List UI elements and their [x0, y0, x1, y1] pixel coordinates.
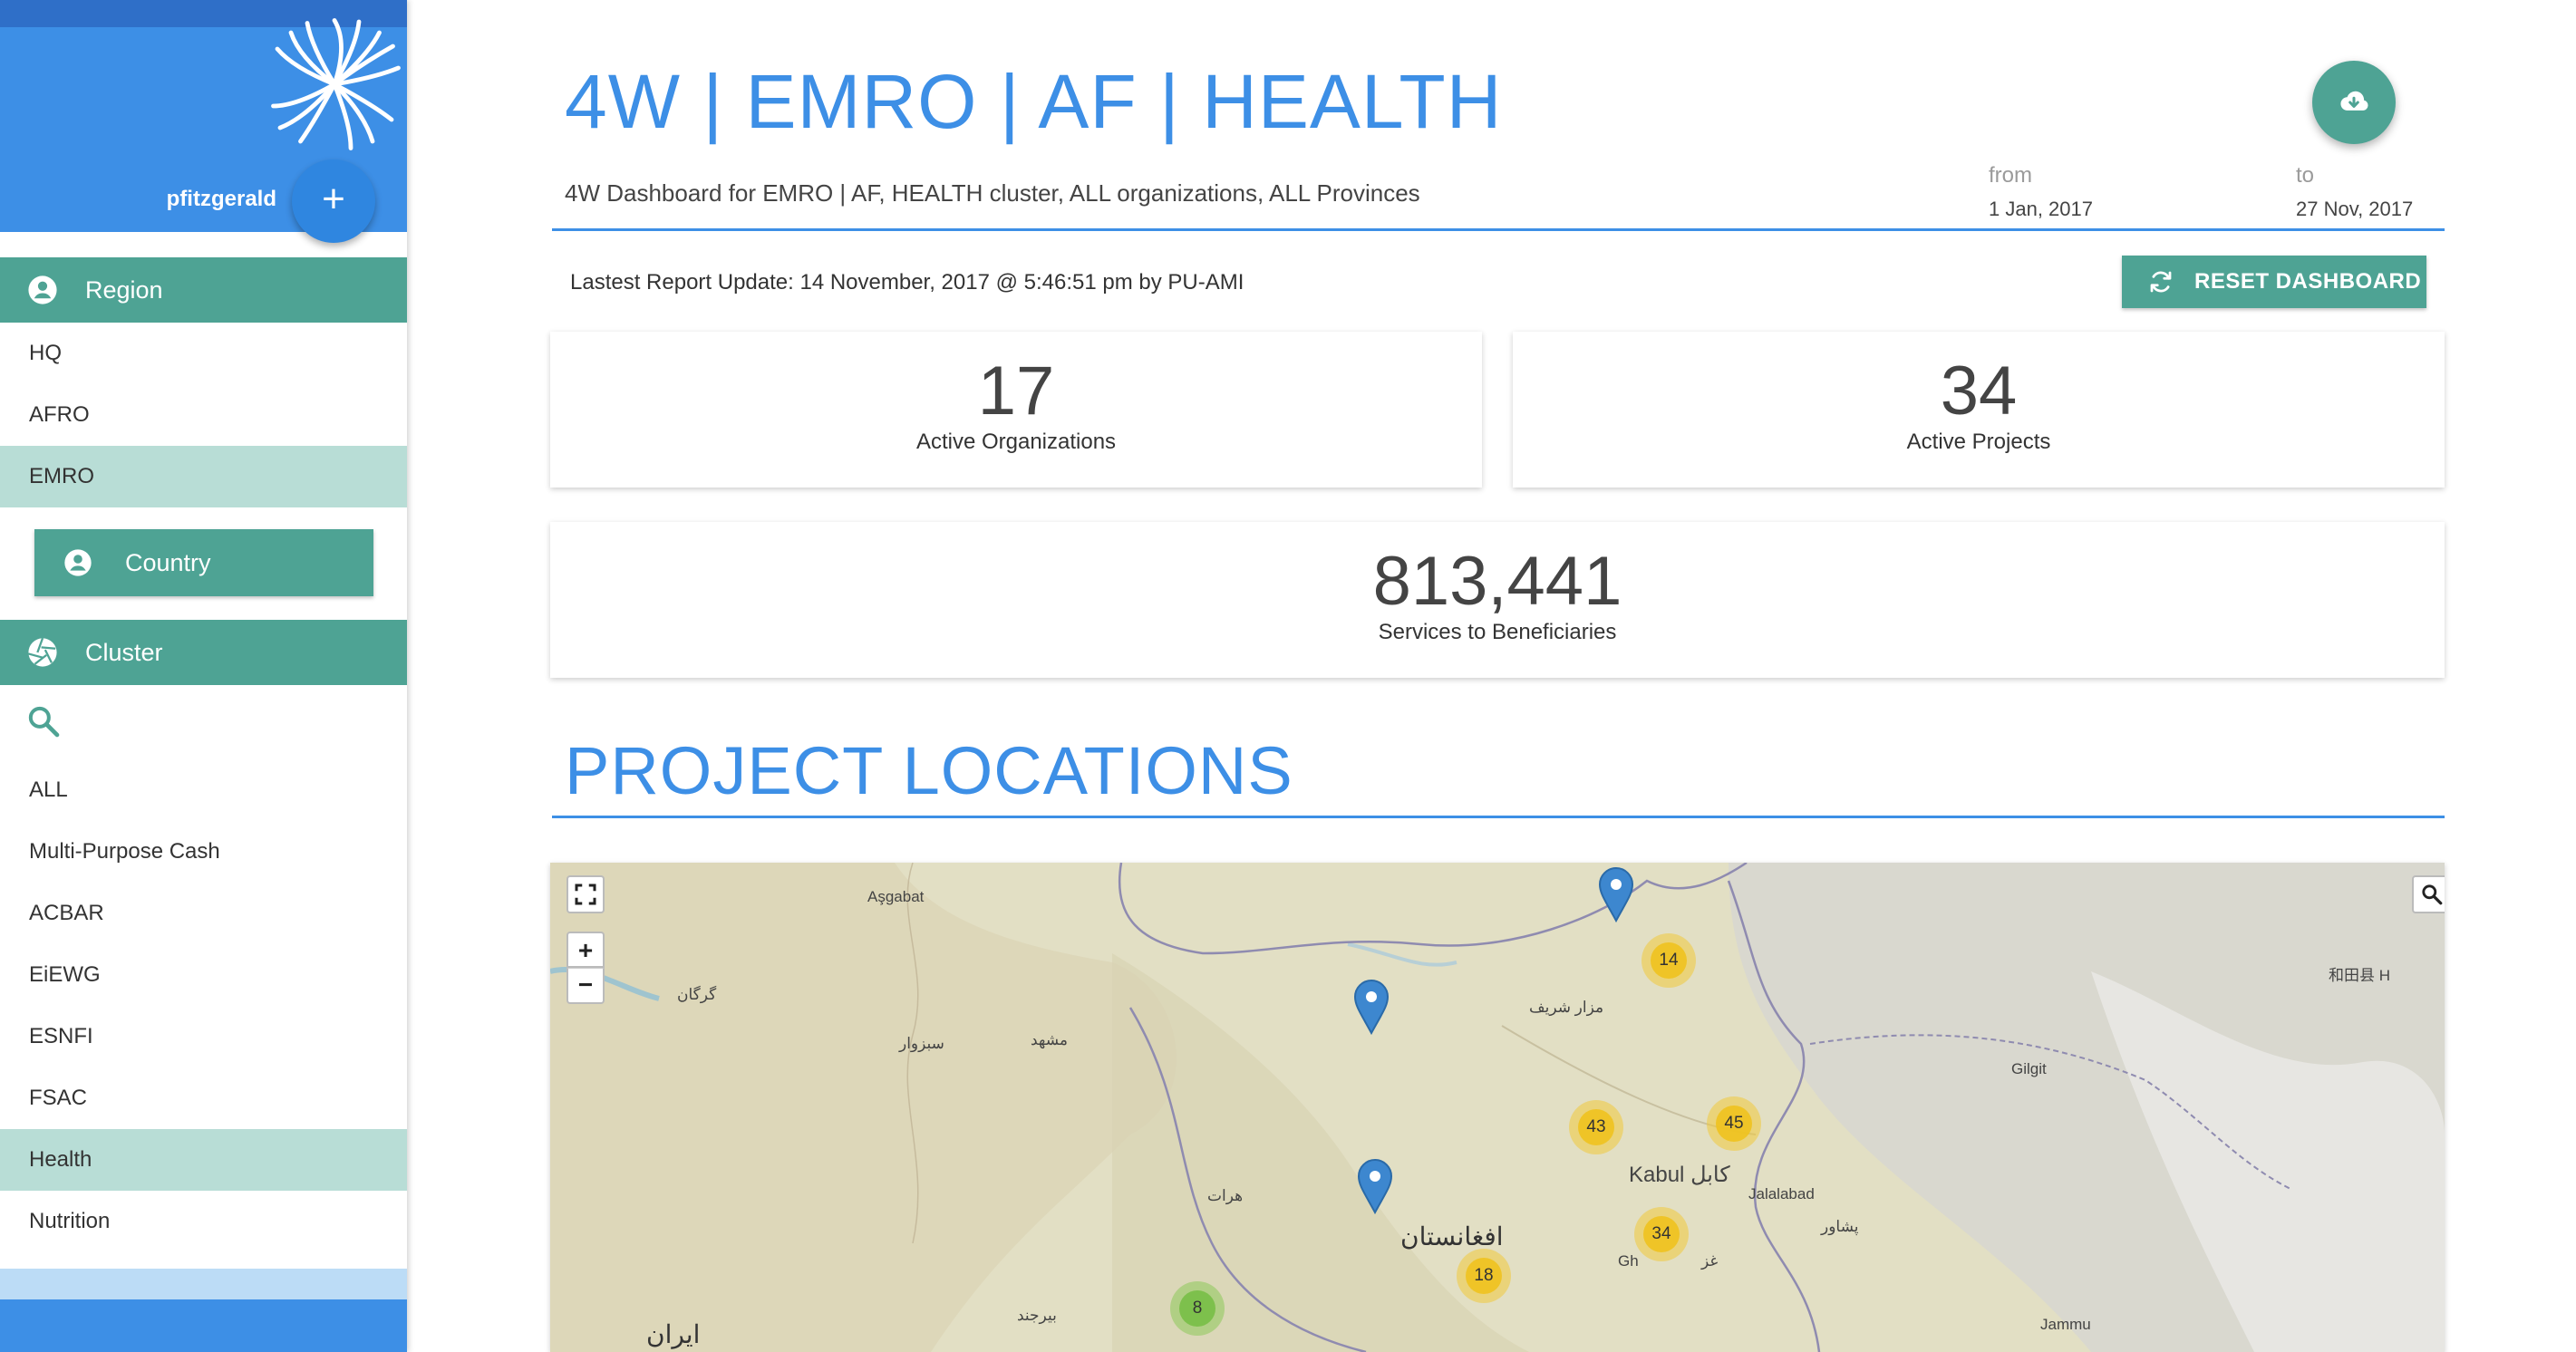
from-date-input[interactable]: 1 Jan, 2017 [1989, 198, 2093, 221]
country-button[interactable]: Country [34, 529, 373, 596]
map-pin-icon[interactable] [1357, 1158, 1393, 1214]
region-item-emro[interactable]: EMRO [0, 446, 407, 507]
map-label-peshawar: پشاور [1821, 1218, 1859, 1235]
active-projects-card: 34 Active Projects [1513, 332, 2445, 488]
map-pin-icon[interactable] [1598, 866, 1634, 922]
cluster-item-fsac[interactable]: FSAC [0, 1067, 407, 1129]
header-divider [552, 228, 2445, 231]
project-locations-title: PROJECT LOCATIONS [565, 733, 1293, 808]
reset-dashboard-label: RESET DASHBOARD [2194, 269, 2422, 294]
sidebar: pfitzgerald + Region HQ AFRO EMRO Countr… [0, 0, 407, 1352]
cluster-item-eiewg[interactable]: EiEWG [0, 944, 407, 1006]
cluster-item-esnfi[interactable]: ESNFI [0, 1006, 407, 1067]
from-date-label: from [1989, 163, 2032, 188]
sidebar-footer [0, 1299, 407, 1352]
last-report-update: Lastest Report Update: 14 November, 2017… [570, 270, 1244, 295]
fullscreen-icon [575, 884, 596, 905]
map-label-mazar: مزار شریف [1529, 999, 1604, 1016]
region-item-hq[interactable]: HQ [0, 323, 407, 384]
region-item-afro[interactable]: AFRO [0, 384, 407, 446]
to-date-input[interactable]: 27 Nov, 2017 [2296, 198, 2413, 221]
map-label-kabul: Kabul کابل [1629, 1163, 1730, 1187]
cluster-item-acbar[interactable]: ACBAR [0, 883, 407, 944]
profile-panel: pfitzgerald + [0, 0, 407, 243]
download-button[interactable] [2312, 61, 2396, 144]
region-list: HQ AFRO EMRO [0, 323, 407, 507]
active-projects-label: Active Projects [1906, 430, 2051, 454]
cloud-download-icon [2340, 91, 2368, 111]
sidebar-scroll-hint [0, 1269, 407, 1299]
map-cluster-marker[interactable]: 45 [1707, 1096, 1761, 1151]
map-label-birjand: بیرجند [1017, 1307, 1057, 1324]
swirl-logo-icon [271, 18, 401, 150]
map-cluster-marker[interactable]: 14 [1641, 933, 1696, 988]
page-subtitle: 4W Dashboard for EMRO | AF, HEALTH clust… [565, 179, 1420, 207]
zoom-out-button[interactable]: − [567, 968, 605, 1004]
map-label-ghazni-local: غز [1701, 1252, 1719, 1270]
main-content: 4W | EMRO | AF | HEALTH 4W Dashboard for… [407, 0, 2576, 1352]
map-label-afghanistan: افغانستان [1400, 1222, 1504, 1251]
cluster-item-nutrition[interactable]: Nutrition [0, 1191, 407, 1252]
fullscreen-button[interactable] [567, 875, 605, 913]
map-label-gorgan: گرگان [677, 986, 717, 1003]
region-header[interactable]: Region [0, 257, 407, 323]
map-label-herat: هرات [1207, 1187, 1244, 1204]
zoom-in-button[interactable]: + [567, 932, 605, 968]
cluster-item-multi-purpose-cash[interactable]: Multi-Purpose Cash [0, 821, 407, 883]
map-label-ashgabat: Aşgabat [867, 888, 925, 905]
cluster-header[interactable]: Cluster [0, 620, 407, 685]
map-cluster-marker[interactable]: 34 [1634, 1207, 1689, 1261]
map-search-button[interactable] [2412, 875, 2445, 913]
map-label-jammu: Jammu [2040, 1316, 2091, 1333]
cluster-list: ALL Multi-Purpose Cash ACBAR EiEWG ESNFI… [0, 759, 407, 1252]
active-projects-value: 34 [1940, 352, 2018, 430]
reset-dashboard-button[interactable]: RESET DASHBOARD [2122, 256, 2426, 308]
search-icon[interactable] [25, 703, 62, 739]
map-label-mashhad: مشهد [1031, 1031, 1069, 1048]
region-header-label: Region [85, 275, 163, 304]
map-label-ghazni: Gh [1618, 1252, 1639, 1270]
add-button[interactable]: + [292, 159, 375, 243]
account-circle-icon [64, 549, 92, 576]
username: pfitzgerald [166, 187, 276, 211]
account-circle-icon [28, 275, 57, 304]
map-cluster-marker[interactable]: 8 [1170, 1281, 1225, 1336]
active-organizations-card: 17 Active Organizations [550, 332, 1482, 488]
map-label-hotan: 和田县 H [2329, 967, 2390, 984]
map-label-iran: ایران [646, 1320, 701, 1348]
beneficiaries-card: 813,441 Services to Beneficiaries [550, 522, 2445, 678]
map-label-sabzevar: سبزوار [899, 1035, 944, 1052]
map-pin-icon[interactable] [1353, 979, 1390, 1035]
map-label-jalalabad: Jalalabad [1748, 1185, 1815, 1202]
cluster-item-health[interactable]: Health [0, 1129, 407, 1191]
aperture-icon [28, 638, 57, 667]
beneficiaries-value: 813,441 [1372, 543, 1622, 620]
cluster-header-label: Cluster [85, 638, 163, 666]
country-button-label: Country [125, 548, 211, 576]
map-cluster-marker[interactable]: 43 [1569, 1100, 1623, 1154]
project-locations-map[interactable]: Aşgabat گرگان سبزوار مشهد مزار شریف هرات… [550, 863, 2445, 1352]
project-locations-divider [552, 816, 2445, 818]
beneficiaries-label: Services to Beneficiaries [1378, 620, 1617, 644]
active-organizations-value: 17 [977, 352, 1055, 430]
cluster-item-all[interactable]: ALL [0, 759, 407, 821]
page-title: 4W | EMRO | AF | HEALTH [565, 59, 1503, 144]
refresh-icon [2150, 271, 2172, 293]
search-icon [2422, 884, 2443, 905]
to-date-label: to [2296, 163, 2315, 188]
active-organizations-label: Active Organizations [915, 430, 1117, 454]
map-cluster-marker[interactable]: 18 [1457, 1249, 1511, 1303]
map-label-gilgit: Gilgit [2011, 1060, 2047, 1077]
